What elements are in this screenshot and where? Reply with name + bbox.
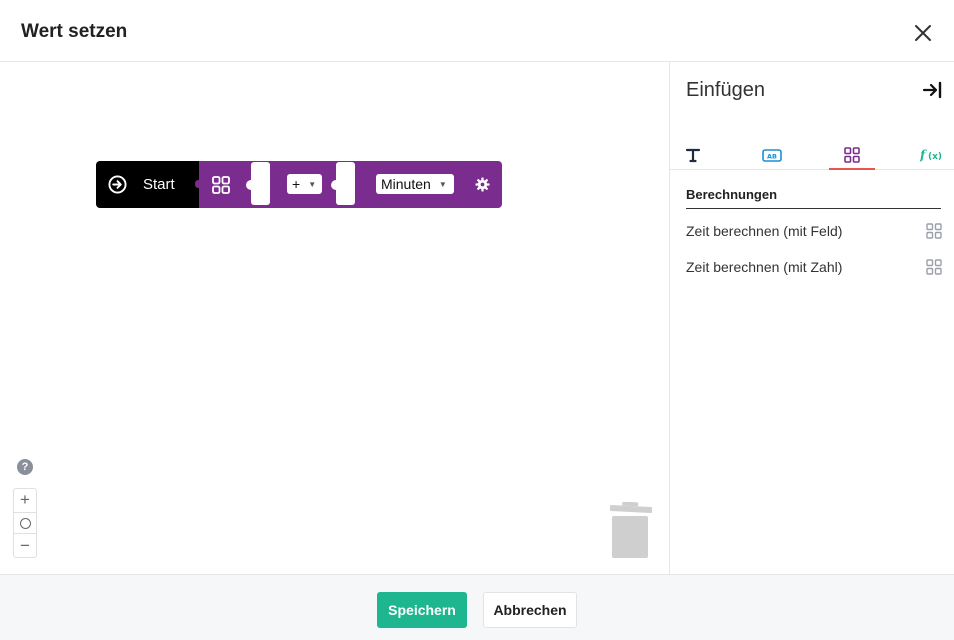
svg-text:f: f (920, 148, 927, 162)
block-workspace[interactable]: Start + ▼ Minuten ▼ ? + − (0, 62, 669, 574)
dialog-footer: Speichern Abbrechen (0, 574, 954, 640)
time-calculation-block[interactable]: + ▼ Minuten ▼ (199, 161, 502, 208)
dialog-header: Wert setzen (0, 0, 954, 62)
unit-value: Minuten (381, 176, 431, 192)
calculation-grid-icon (926, 259, 942, 275)
caret-down-icon: ▼ (308, 179, 317, 189)
zoom-in-icon[interactable]: + (14, 489, 36, 511)
list-item[interactable]: Zeit berechnen (mit Zahl) (686, 257, 943, 279)
insert-tabs: AB f (x) (670, 142, 954, 170)
ab-field-icon: AB (762, 149, 782, 162)
start-block[interactable]: Start (96, 161, 203, 208)
start-block-label: Start (143, 176, 175, 193)
save-button[interactable]: Speichern (377, 592, 467, 628)
caret-down-icon: ▼ (438, 179, 447, 189)
tab-functions[interactable]: f (x) (908, 142, 954, 170)
svg-text:(x): (x) (928, 152, 942, 162)
dialog: Wert setzen Start + ▼ Minuten ▼ ? + − Ei… (0, 0, 954, 640)
calculation-grid-icon (844, 147, 860, 163)
operator-dropdown[interactable]: + ▼ (287, 174, 322, 194)
tab-fields[interactable]: AB (749, 142, 795, 170)
zoom-controls: + − (13, 488, 37, 558)
list-item-label: Zeit berechnen (mit Zahl) (686, 259, 843, 275)
calculation-grid-icon (212, 176, 230, 194)
tab-calculations[interactable] (829, 142, 875, 170)
trash-icon[interactable] (608, 502, 653, 560)
operator-value: + (292, 176, 301, 192)
zoom-out-icon[interactable]: − (14, 535, 36, 557)
cancel-button[interactable]: Abbrechen (483, 592, 577, 628)
function-icon: f (x) (920, 148, 942, 162)
insert-panel: Einfügen AB f (x) Berechnungen Zeit bere… (670, 62, 954, 574)
value-input-slot-2[interactable] (331, 162, 355, 205)
value-input-slot-1[interactable] (246, 162, 270, 205)
collapse-panel-icon[interactable] (921, 79, 943, 101)
unit-dropdown[interactable]: Minuten ▼ (376, 174, 454, 194)
panel-title: Einfügen (686, 79, 765, 101)
dialog-title: Wert setzen (21, 21, 128, 42)
text-type-icon (685, 148, 701, 163)
gear-icon[interactable] (475, 177, 490, 192)
list-item[interactable]: Zeit berechnen (mit Feld) (686, 221, 943, 243)
calculation-grid-icon (926, 223, 942, 239)
zoom-reset-icon[interactable] (14, 512, 36, 534)
list-item-label: Zeit berechnen (mit Feld) (686, 223, 843, 239)
tab-text[interactable] (670, 142, 716, 170)
svg-text:AB: AB (767, 153, 777, 161)
close-icon[interactable] (910, 20, 936, 46)
section-heading: Berechnungen (686, 187, 941, 209)
start-arrow-icon (108, 175, 127, 194)
help-icon[interactable]: ? (17, 459, 33, 475)
